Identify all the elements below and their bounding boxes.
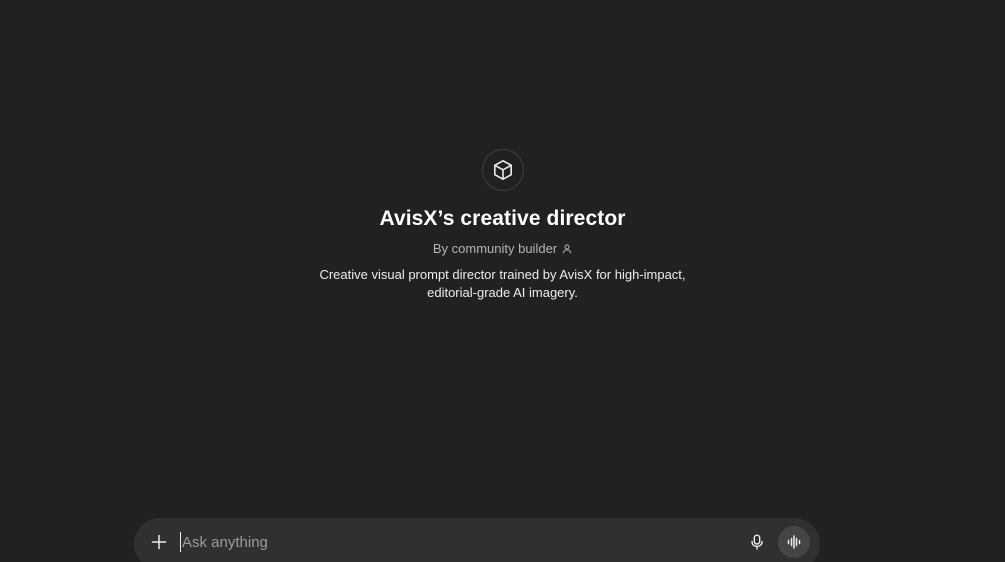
gpt-avatar [481, 149, 524, 191]
cube-icon [493, 160, 512, 180]
voice-waveform-icon [787, 535, 801, 549]
dictate-button[interactable] [746, 531, 768, 553]
gpt-description: Creative visual prompt director trained … [319, 267, 686, 300]
chat-page: AvisX’s creative director By community b… [0, 0, 1005, 562]
prompt-input[interactable] [180, 532, 722, 552]
person-icon[interactable] [562, 244, 572, 254]
plus-icon [151, 534, 167, 550]
gpt-header: AvisX’s creative director By community b… [0, 149, 1005, 302]
byline-text: By community builder [432, 241, 558, 256]
gpt-byline: By community builder [433, 241, 572, 257]
voice-mode-button[interactable] [778, 526, 810, 558]
composer [134, 518, 820, 562]
add-attachment-button[interactable] [148, 531, 170, 553]
microphone-icon [751, 534, 763, 550]
gpt-title: AvisX’s creative director [379, 207, 626, 230]
